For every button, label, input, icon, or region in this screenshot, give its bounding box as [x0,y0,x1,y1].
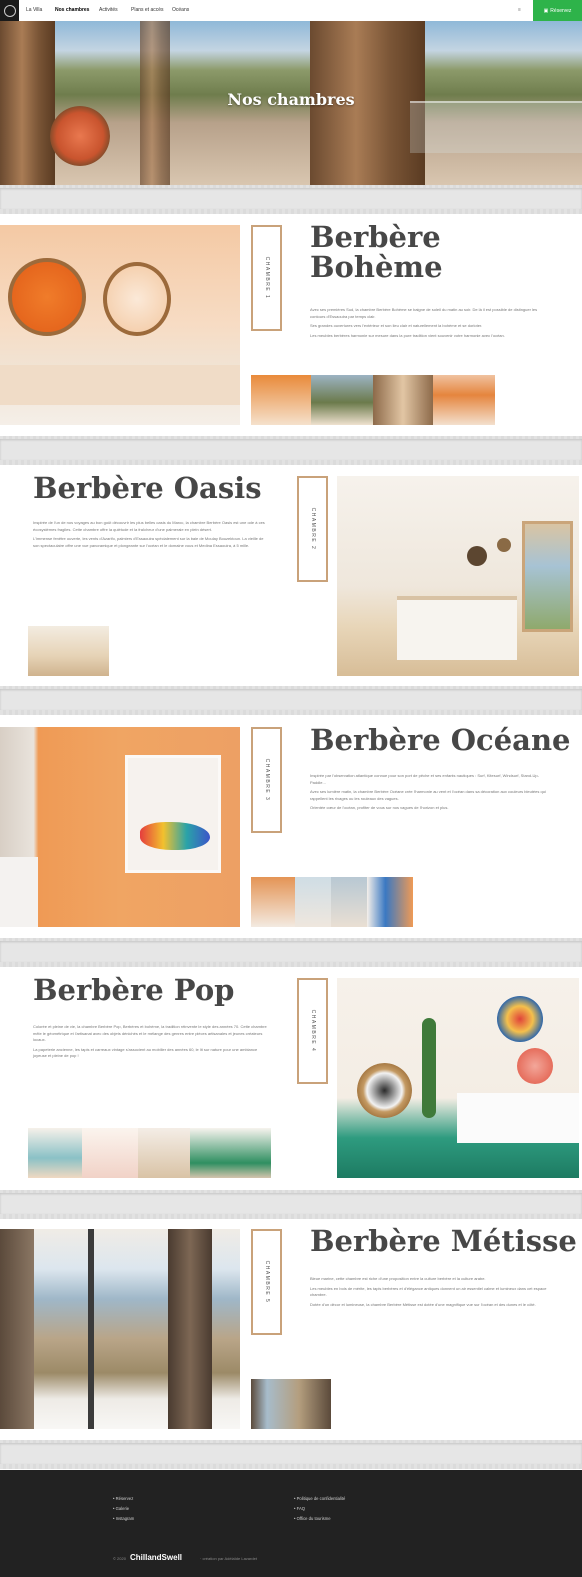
footer-credit: · création par Adélaïde Lavardet [200,1556,257,1561]
reserve-label: Réservez [550,7,572,14]
calendar-icon: ▣ [543,7,549,14]
nav-item-nos-chambres[interactable]: Nos chambres [55,7,89,13]
site-logo[interactable] [0,0,19,21]
room-4-main-photo [337,978,579,1178]
room-3-gallery[interactable] [251,877,413,927]
separator-band [0,185,582,214]
hero-title: Nos chambres [227,90,355,109]
room-1-gallery[interactable] [251,375,495,425]
separator-band [0,1440,582,1469]
room-2-thumbnail[interactable] [28,626,109,676]
footer-link-tourism[interactable]: • Office du tourisme [294,1516,331,1521]
room-4-description: Colorée et pleine de vie, la chambre Ber… [33,1024,267,1058]
footer-link-galerie[interactable]: • Galerie [113,1506,129,1511]
room-4-gallery[interactable] [28,1128,271,1178]
nav-item-oceans[interactable]: Océans [172,7,189,13]
room-3-title: Berbère Océane [310,723,571,757]
separator-band [0,436,582,465]
room-3-tag: CHAMBRE 3 [251,727,282,833]
room-5-title: Berbère Métisse [310,1224,577,1258]
copyright-text: © 2020 [113,1556,126,1561]
nav-item-plans-acces[interactable]: Plans et accès [131,7,164,13]
separator-band [0,1190,582,1219]
room-4-title: Berbère Pop [33,973,235,1007]
room-2-tag: CHAMBRE 2 [297,476,328,582]
separator-band [0,686,582,715]
room-2-title: Berbère Oasis [33,471,262,505]
room-1-title: Berbère Bohème [310,220,443,285]
room-3-description: Inspirée par l'observation atlantique co… [310,773,546,810]
footer-link-privacy[interactable]: • Politique de confidentialité [294,1496,345,1501]
wicker-chair-image [50,106,110,166]
room-5-description: Bleue marine, cette chambre est riche d'… [310,1276,547,1307]
footer-link-reservez[interactable]: • Réservez [113,1496,133,1501]
site-footer [0,1470,582,1577]
room-1-description: Avec ses premières Sud, la chambre Berbè… [310,307,538,338]
room-3-main-photo [0,727,240,927]
footer-brand: ChillandSwell [130,1553,183,1562]
room-5-thumbnail[interactable] [251,1379,331,1429]
separator-band [0,938,582,967]
nav-item-activites[interactable]: Activités [99,7,118,13]
room-4-tag: CHAMBRE 4 [297,978,328,1084]
reserve-button[interactable]: ▣ Réservez [533,0,582,21]
menu-toggle-icon[interactable]: ≡ [518,7,521,13]
footer-link-instagram[interactable]: • Instagram [113,1516,134,1521]
nav-item-la-villa[interactable]: La Villa [26,7,42,13]
room-1-tag: CHAMBRE 1 [251,225,282,331]
room-1-main-photo [0,225,240,425]
room-2-description: Inspirée de l'un de nos voyages au bon g… [33,520,265,548]
room-5-tag: CHAMBRE 5 [251,1229,282,1335]
footer-link-faq[interactable]: • FAQ [294,1506,305,1511]
room-2-main-photo [337,476,579,676]
room-5-main-photo [0,1229,240,1429]
